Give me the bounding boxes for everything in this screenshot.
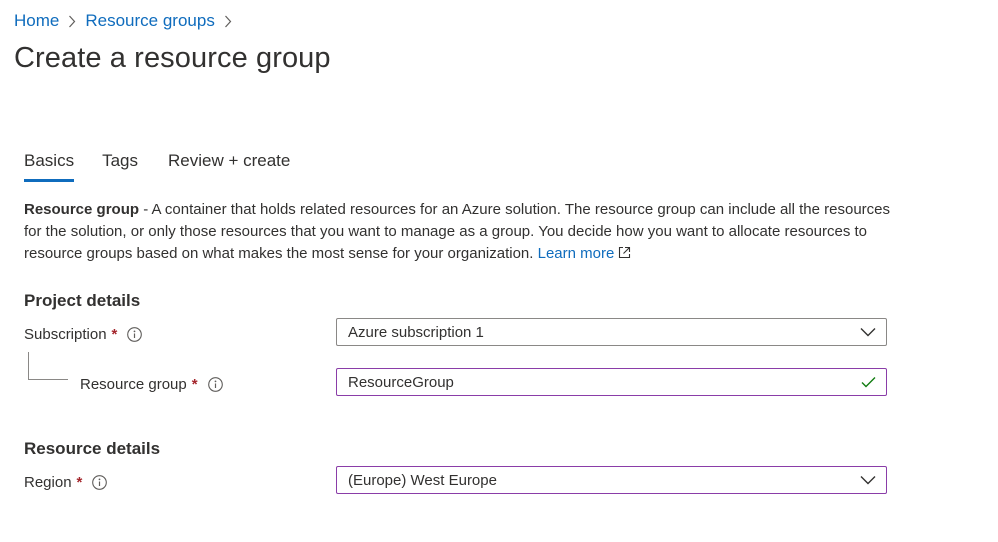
breadcrumb: Home Resource groups xyxy=(14,10,241,32)
info-icon[interactable] xyxy=(127,326,143,342)
description: Resource group - A container that holds … xyxy=(24,199,904,266)
chevron-down-icon[interactable] xyxy=(860,467,876,493)
resource-details-heading: Resource details xyxy=(24,439,161,458)
required-marker: * xyxy=(76,473,83,491)
breadcrumb-home-link[interactable]: Home xyxy=(14,11,59,31)
region-dropdown[interactable]: (Europe) West Europe xyxy=(336,466,887,494)
tree-connector-horizontal xyxy=(28,379,68,380)
tab-basics[interactable]: Basics xyxy=(14,148,84,184)
resource-group-label-text: Resource group xyxy=(80,375,187,393)
subscription-dropdown[interactable]: Azure subscription 1 xyxy=(336,318,887,346)
tree-connector-vertical xyxy=(28,352,29,380)
chevron-right-icon xyxy=(224,15,232,28)
chevron-right-icon xyxy=(68,15,76,28)
learn-more-label[interactable]: Learn more xyxy=(538,245,615,262)
info-icon[interactable] xyxy=(207,376,223,392)
region-value: (Europe) West Europe xyxy=(348,471,497,489)
external-link-icon[interactable] xyxy=(618,244,631,266)
tab-tags[interactable]: Tags xyxy=(92,148,148,184)
project-details-heading: Project details xyxy=(24,291,141,310)
learn-more-link[interactable]: Learn more xyxy=(538,245,632,262)
required-marker: * xyxy=(111,325,118,343)
tab-bar: Basics Tags Review + create xyxy=(14,148,300,184)
subscription-value: Azure subscription 1 xyxy=(348,323,484,341)
subscription-label: Subscription * xyxy=(24,323,143,345)
tab-review-create[interactable]: Review + create xyxy=(158,148,300,184)
page-title: Create a resource group xyxy=(14,42,331,74)
region-label-text: Region xyxy=(24,473,72,491)
subscription-label-text: Subscription xyxy=(24,325,107,343)
info-icon[interactable] xyxy=(92,474,108,490)
required-marker: * xyxy=(191,375,198,393)
description-term: Resource group xyxy=(24,201,140,218)
breadcrumb-resource-groups-link[interactable]: Resource groups xyxy=(85,11,214,31)
resource-group-value: ResourceGroup xyxy=(348,373,454,391)
checkmark-icon xyxy=(861,369,876,395)
chevron-down-icon[interactable] xyxy=(860,319,876,345)
resource-group-label: Resource group * xyxy=(80,373,223,395)
region-label: Region * xyxy=(24,471,108,493)
description-text: - A container that holds related resourc… xyxy=(24,201,891,262)
resource-group-input[interactable]: ResourceGroup xyxy=(336,368,887,396)
